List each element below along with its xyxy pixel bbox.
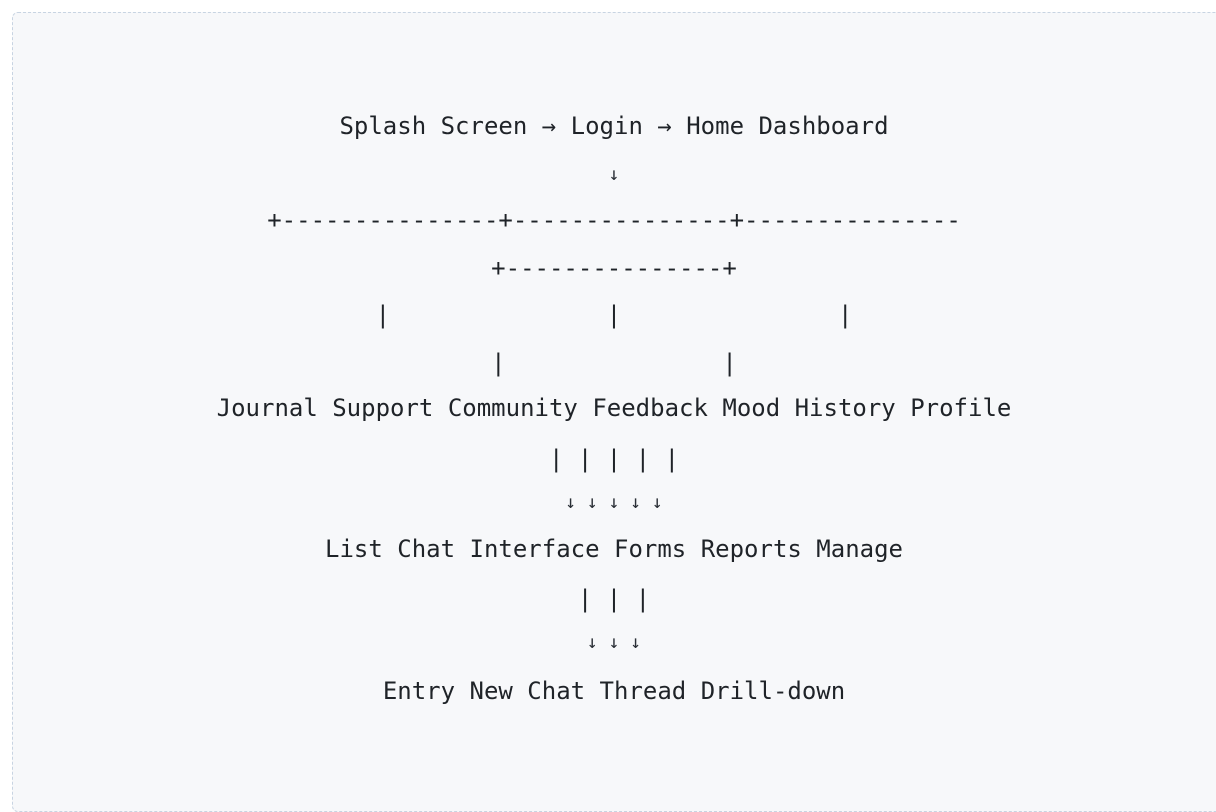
subsection-arrows: ↓ ↓ ↓ <box>586 632 642 653</box>
branch-connector-1: +---------------+---------------+-------… <box>267 206 961 234</box>
subsection-labels: List Chat Interface Forms Reports Manage <box>325 535 903 563</box>
branch-pipes-1: | | | <box>375 301 853 329</box>
section-pipes: | | | | | <box>548 445 680 473</box>
flow-line-top: Splash Screen → Login → Home Dashboard <box>339 112 889 140</box>
subsection-pipes: | | | <box>577 585 651 613</box>
branch-pipes-2: | | <box>491 349 737 377</box>
leaf-labels: Entry New Chat Thread Drill-down <box>382 677 846 705</box>
section-labels: Journal Support Community Feedback Mood … <box>216 394 1012 422</box>
branch-connector-2: +---------------+ <box>491 254 737 282</box>
down-arrow: ↓ <box>608 164 620 185</box>
section-arrows: ↓ ↓ ↓ ↓ ↓ <box>565 492 663 513</box>
